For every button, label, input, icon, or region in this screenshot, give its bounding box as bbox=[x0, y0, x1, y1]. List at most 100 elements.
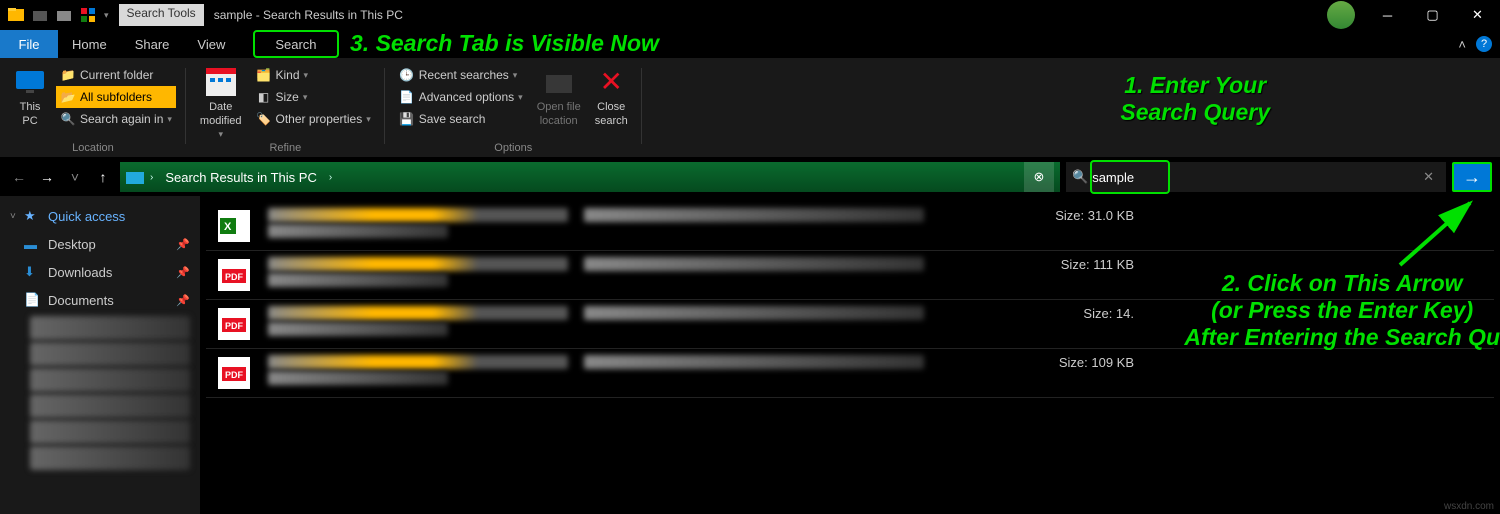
search-tools-context-tab[interactable]: Search Tools bbox=[119, 4, 204, 26]
home-tab[interactable]: Home bbox=[58, 30, 121, 58]
this-pc-label: This PC bbox=[20, 100, 41, 129]
document-icon: 📄 bbox=[24, 292, 42, 308]
window-title: sample - Search Results in This PC bbox=[204, 8, 403, 22]
label: Kind bbox=[276, 68, 300, 82]
sidebar-item-blurred[interactable] bbox=[30, 342, 190, 366]
search-again-in-button[interactable]: 🔍Search again in bbox=[56, 108, 176, 130]
this-pc-button[interactable]: This PC bbox=[10, 64, 50, 131]
kind-button[interactable]: 🗂️ Kind bbox=[252, 64, 375, 86]
minimize-button[interactable]: ─ bbox=[1365, 0, 1410, 30]
pin-icon[interactable] bbox=[56, 7, 72, 23]
result-item[interactable]: PDF Size: 109 KB bbox=[206, 349, 1494, 398]
result-item[interactable]: X Size: 31.0 KB bbox=[206, 202, 1494, 251]
group-label: Refine bbox=[269, 142, 301, 158]
properties-icon[interactable] bbox=[80, 7, 96, 23]
search-go-button[interactable]: → bbox=[1452, 162, 1492, 192]
all-subfolders-button[interactable]: 📂 All subfolders bbox=[56, 86, 176, 108]
result-item[interactable]: PDF Size: 14. bbox=[206, 300, 1494, 349]
clear-address-icon[interactable]: ⊗ bbox=[1024, 162, 1054, 192]
sidebar-item-blurred[interactable] bbox=[30, 446, 190, 470]
file-menu[interactable]: File bbox=[0, 30, 58, 58]
close-x-icon: ✕ bbox=[595, 66, 627, 98]
kind-icon: 🗂️ bbox=[256, 67, 272, 83]
clear-search-icon[interactable]: ✕ bbox=[1417, 169, 1440, 185]
label: All subfolders bbox=[80, 90, 152, 104]
folders-icon: 📂 bbox=[60, 89, 76, 105]
tag-icon: 🏷️ bbox=[256, 111, 272, 127]
file-size: Size: 14. bbox=[1083, 306, 1484, 321]
label: Quick access bbox=[48, 209, 125, 224]
recent-searches-button[interactable]: 🕒Recent searches bbox=[395, 64, 527, 86]
date-modified-button[interactable]: Date modified▾ bbox=[196, 64, 246, 142]
result-item[interactable]: PDF Size: 111 KB bbox=[206, 251, 1494, 300]
address-bar[interactable]: › Search Results in This PC › ⊗ bbox=[120, 162, 1060, 192]
folder-icon[interactable] bbox=[32, 7, 48, 23]
close-window-button[interactable]: ✕ bbox=[1455, 0, 1500, 30]
navigation-pane: ˅★ Quick access ▬Desktop📌 ⬇Downloads📌 📄 Do… bbox=[0, 196, 200, 514]
explorer-icon bbox=[8, 7, 24, 23]
pdf-file-icon: PDF bbox=[216, 306, 252, 342]
open-file-location-button[interactable]: Open file location bbox=[533, 64, 585, 131]
share-tab[interactable]: Share bbox=[121, 30, 184, 58]
sidebar-quick-access[interactable]: ˅★ Quick access bbox=[0, 202, 200, 230]
watermark: wsxdn.com bbox=[1444, 501, 1494, 512]
sidebar-item-blurred[interactable] bbox=[30, 316, 190, 340]
forward-button[interactable]: → bbox=[36, 169, 58, 185]
quick-access-toolbar: ▾ bbox=[0, 7, 117, 23]
label: Open file location bbox=[537, 100, 581, 129]
sidebar-documents[interactable]: 📄 Documents 📌 bbox=[0, 286, 200, 314]
up-button[interactable]: ↑ bbox=[92, 169, 114, 185]
chevron-down-icon[interactable]: ˅ bbox=[10, 211, 24, 222]
size-icon: ◧ bbox=[256, 89, 272, 105]
pin-icon: 📌 bbox=[176, 294, 190, 307]
search-icon: 🔍 bbox=[60, 111, 76, 127]
file-size: Size: 31.0 KB bbox=[1055, 208, 1484, 223]
label: Other properties bbox=[276, 112, 363, 126]
label: Documents bbox=[48, 293, 114, 308]
maximize-button[interactable]: ▢ bbox=[1410, 0, 1455, 30]
search-box[interactable]: 🔍 ✕ bbox=[1066, 162, 1446, 192]
breadcrumb[interactable]: Search Results in This PC bbox=[159, 170, 323, 185]
svg-text:PDF: PDF bbox=[225, 370, 244, 380]
current-folder-button[interactable]: 📁Current folder bbox=[56, 64, 176, 86]
svg-text:PDF: PDF bbox=[225, 321, 244, 331]
ribbon-group-refine: Date modified▾ 🗂️ Kind ◧Size 🏷️ Other prop… bbox=[186, 64, 385, 158]
label: Downloads bbox=[48, 265, 112, 280]
group-label: Options bbox=[494, 142, 532, 158]
recent-icon: 🕒 bbox=[399, 67, 415, 83]
save-search-button[interactable]: 💾Save search bbox=[395, 108, 527, 130]
search-input[interactable] bbox=[1092, 170, 1212, 185]
recent-locations-button[interactable]: ˅ bbox=[64, 169, 86, 185]
chevron-right-icon[interactable]: › bbox=[329, 172, 332, 183]
sidebar-item-blurred[interactable] bbox=[30, 394, 190, 418]
help-icon[interactable]: ? bbox=[1476, 36, 1492, 52]
search-tab[interactable]: Search bbox=[253, 30, 338, 58]
sidebar-desktop[interactable]: ▬Desktop📌 bbox=[0, 230, 200, 258]
svg-text:PDF: PDF bbox=[225, 272, 244, 282]
sidebar-downloads[interactable]: ⬇Downloads📌 bbox=[0, 258, 200, 286]
chevron-right-icon[interactable]: › bbox=[150, 172, 153, 183]
save-icon: 💾 bbox=[399, 111, 415, 127]
folder-open-icon bbox=[543, 66, 575, 98]
star-icon: ★ bbox=[24, 208, 42, 224]
collapse-ribbon-icon[interactable]: ˄ bbox=[1458, 37, 1466, 52]
sidebar-item-blurred[interactable] bbox=[30, 420, 190, 444]
qat-dropdown-icon[interactable]: ▾ bbox=[104, 10, 109, 21]
monitor-icon bbox=[14, 66, 46, 98]
pdf-file-icon: PDF bbox=[216, 355, 252, 391]
close-search-button[interactable]: ✕ Close search bbox=[591, 64, 632, 131]
folder-icon bbox=[126, 169, 144, 185]
file-size: Size: 111 KB bbox=[1061, 257, 1484, 272]
back-button[interactable]: ← bbox=[8, 169, 30, 185]
address-bar-row: ← → ˅ ↑ › Search Results in This PC › ⊗ … bbox=[0, 158, 1500, 196]
size-button[interactable]: ◧Size bbox=[252, 86, 375, 108]
advanced-options-button[interactable]: 📄Advanced options bbox=[395, 86, 527, 108]
folder-icon: 📁 bbox=[60, 67, 76, 83]
user-avatar[interactable] bbox=[1327, 1, 1355, 29]
results-pane: X Size: 31.0 KB PDF Size: 111 KB PDF Siz… bbox=[200, 196, 1500, 514]
ribbon-group-options: 🕒Recent searches 📄Advanced options 💾Save… bbox=[385, 64, 642, 158]
sidebar-item-blurred[interactable] bbox=[30, 368, 190, 392]
other-properties-button[interactable]: 🏷️ Other properties bbox=[252, 108, 375, 130]
view-tab[interactable]: View bbox=[183, 30, 239, 58]
calendar-icon bbox=[205, 66, 237, 98]
